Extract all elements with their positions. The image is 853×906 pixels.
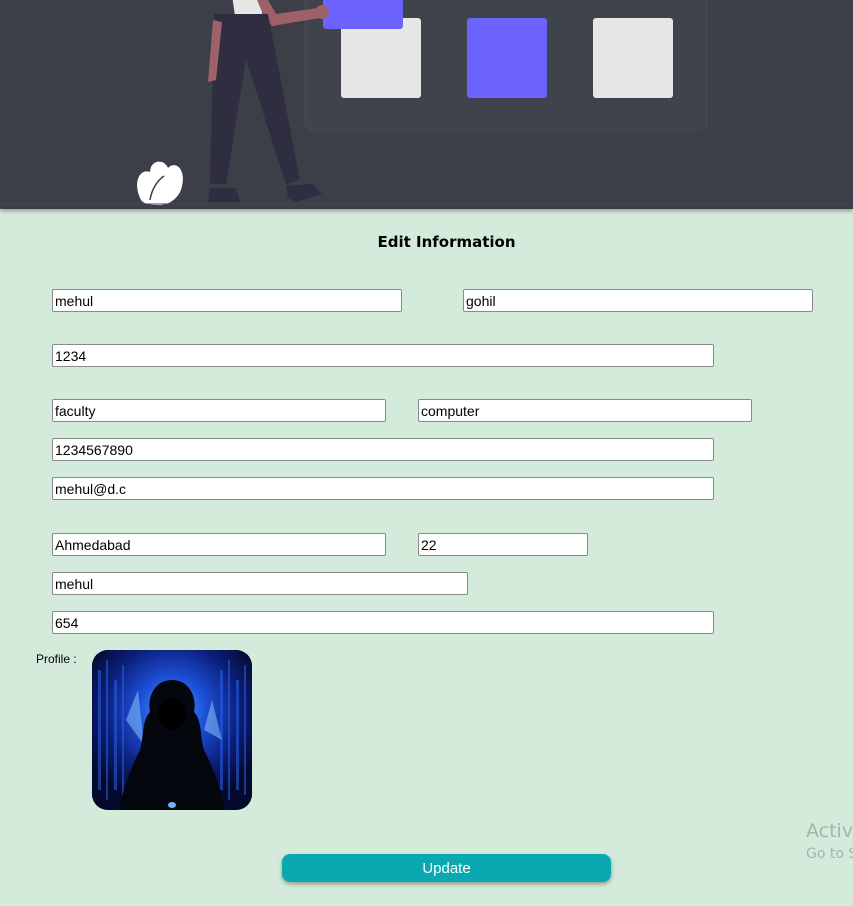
role-field[interactable]	[52, 399, 386, 422]
watermark-line-1: Activa	[806, 820, 853, 842]
phone-field[interactable]	[52, 438, 714, 461]
username-field[interactable]	[52, 572, 468, 595]
person-with-cards-illustration	[0, 0, 853, 206]
hero-illustration	[0, 0, 853, 209]
watermark-line-2: Go to S	[806, 846, 853, 862]
update-button[interactable]: Update	[282, 854, 611, 882]
activate-windows-watermark: Activa Go to S	[806, 820, 853, 862]
city-field[interactable]	[52, 533, 386, 556]
email-field[interactable]	[52, 477, 714, 500]
profile-label: Profile :	[36, 652, 77, 666]
age-field[interactable]	[418, 533, 588, 556]
first-name-field[interactable]	[52, 289, 402, 312]
hooded-figure-avatar-icon	[92, 650, 252, 810]
last-name-field[interactable]	[463, 289, 813, 312]
profile-image[interactable]	[92, 650, 252, 810]
code-field[interactable]	[52, 611, 714, 634]
page-title: Edit Information	[377, 233, 516, 251]
password-field[interactable]	[52, 344, 714, 367]
department-field[interactable]	[418, 399, 752, 422]
